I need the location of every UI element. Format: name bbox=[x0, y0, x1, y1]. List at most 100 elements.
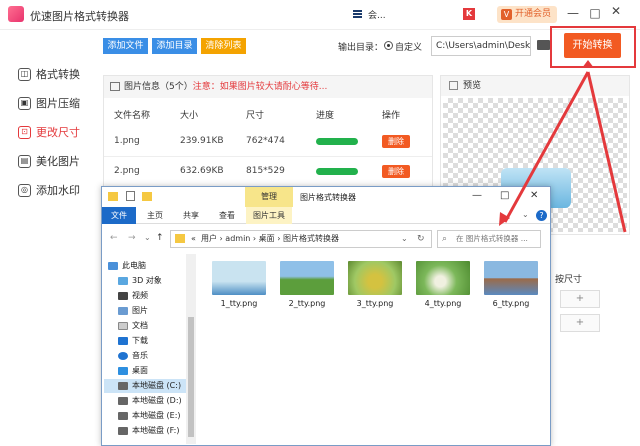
start-convert-button[interactable]: 开始转换 bbox=[564, 33, 621, 58]
refresh-icon[interactable]: ↻ bbox=[417, 231, 425, 247]
badge-icon[interactable]: K bbox=[463, 8, 475, 20]
sidebar-item-resize[interactable]: ⊡ 更改尺寸 bbox=[0, 118, 95, 147]
delete-button[interactable]: 删除 bbox=[382, 135, 410, 148]
width-stepper[interactable]: + bbox=[560, 290, 600, 308]
nav-3d-objects[interactable]: 3D 对象 bbox=[116, 274, 162, 288]
nav-drive-c[interactable]: 本地磁盘 (C:) bbox=[104, 379, 186, 393]
height-stepper[interactable]: + bbox=[560, 314, 600, 332]
compress-icon: ▣ bbox=[18, 97, 31, 110]
chevron-down-icon[interactable]: ⌄ bbox=[522, 210, 529, 219]
breadcrumb-sep: › bbox=[252, 234, 257, 243]
nav-pictures[interactable]: 图片 bbox=[116, 304, 148, 318]
recent-icon[interactable]: ⌄ bbox=[144, 233, 151, 242]
user-avatar-icon[interactable] bbox=[352, 8, 364, 20]
sidebar-item-label: 更改尺寸 bbox=[36, 126, 80, 139]
vip-label: 开通会员 bbox=[515, 9, 552, 19]
file-item-2[interactable]: 2_tty.png bbox=[280, 261, 339, 308]
properties-icon[interactable] bbox=[126, 191, 135, 201]
file-name: 1_tty.png bbox=[220, 299, 258, 308]
sidebar-item-label: 图片压缩 bbox=[36, 97, 80, 110]
close-icon[interactable]: ✕ bbox=[608, 4, 624, 18]
file-item-3[interactable]: 3_tty.png bbox=[348, 261, 407, 308]
nav-downloads[interactable]: 下载 bbox=[116, 334, 148, 348]
search-input[interactable]: ⌕ 在 图片格式转换器 ... bbox=[437, 230, 541, 248]
file-explorer-window: 管理 图片格式转换器 — □ ✕ 文件 主页 共享 查看 图片工具 ⌄ ? ← … bbox=[101, 186, 551, 446]
nav-this-pc[interactable]: 此电脑 bbox=[106, 259, 146, 273]
row-size: 632.69KB bbox=[180, 166, 224, 176]
add-folder-button[interactable]: 添加目录 bbox=[152, 38, 197, 54]
explorer-title: 图片格式转换器 bbox=[300, 193, 356, 202]
breadcrumb-desktop[interactable]: 桌面 bbox=[259, 234, 275, 243]
app-title: 优速图片格式转换器 bbox=[30, 10, 129, 23]
resize-icon: ⊡ bbox=[18, 126, 31, 139]
search-icon: ⌕ bbox=[442, 234, 448, 244]
sidebar-item-beautify[interactable]: ▤ 美化图片 bbox=[0, 147, 95, 176]
drive-icon bbox=[118, 397, 128, 405]
maximize-icon[interactable]: □ bbox=[587, 6, 603, 20]
nav-desktop[interactable]: 桌面 bbox=[116, 364, 148, 378]
breadcrumb-admin[interactable]: admin bbox=[225, 234, 250, 243]
computer-icon bbox=[108, 262, 118, 270]
help-icon[interactable]: ? bbox=[536, 210, 547, 221]
user-name[interactable]: 会... bbox=[368, 8, 386, 21]
breadcrumb-current[interactable]: 图片格式转换器 bbox=[283, 234, 339, 243]
size-option-label[interactable]: 按尺寸 bbox=[555, 272, 582, 285]
clear-list-button[interactable]: 清除列表 bbox=[201, 38, 246, 54]
nav-documents[interactable]: 文档 bbox=[116, 319, 148, 333]
back-icon[interactable]: ← bbox=[110, 233, 118, 243]
file-item-1[interactable]: 1_tty.png bbox=[212, 261, 271, 308]
tab-file[interactable]: 文件 bbox=[102, 207, 136, 224]
file-thumbnail bbox=[212, 261, 266, 295]
output-path-input[interactable]: C:\Users\admin\Deskto bbox=[431, 36, 531, 56]
desktop-icon bbox=[118, 367, 128, 375]
nav-label: 桌面 bbox=[132, 366, 148, 375]
add-file-button[interactable]: 添加文件 bbox=[103, 38, 148, 54]
custom-radio-label[interactable]: 自定义 bbox=[395, 40, 422, 53]
nav-scrollbar-thumb[interactable] bbox=[188, 317, 194, 437]
address-input[interactable]: « 用户 › admin › 桌面 › 图片格式转换器 ⌄ ↻ bbox=[170, 230, 432, 248]
breadcrumb-sep: › bbox=[277, 234, 281, 243]
breadcrumb-users[interactable]: 用户 bbox=[201, 234, 217, 243]
tab-home[interactable]: 主页 bbox=[138, 207, 172, 224]
file-item-6[interactable]: 6_tty.png bbox=[484, 261, 543, 308]
new-folder-icon[interactable] bbox=[142, 192, 152, 201]
minimize-icon[interactable]: — bbox=[565, 6, 581, 20]
forward-icon[interactable]: → bbox=[128, 233, 136, 243]
nav-label: 视频 bbox=[132, 291, 148, 300]
file-item-4[interactable]: 4_tty.png bbox=[416, 261, 475, 308]
nav-videos[interactable]: 视频 bbox=[116, 289, 148, 303]
manage-tab[interactable]: 管理 bbox=[245, 187, 293, 207]
custom-radio[interactable] bbox=[384, 41, 393, 50]
tab-share[interactable]: 共享 bbox=[174, 207, 208, 224]
col-dims: 尺寸 bbox=[246, 111, 265, 121]
nav-music[interactable]: 音乐 bbox=[116, 349, 148, 363]
sidebar-item-compress[interactable]: ▣ 图片压缩 bbox=[0, 89, 95, 118]
up-icon[interactable]: ↑ bbox=[156, 233, 164, 243]
sidebar: ◫ 格式转换 ▣ 图片压缩 ⊡ 更改尺寸 ▤ 美化图片 ◎ 添加水印 bbox=[0, 60, 95, 205]
sidebar-item-watermark[interactable]: ◎ 添加水印 bbox=[0, 176, 95, 205]
delete-button[interactable]: 删除 bbox=[382, 165, 410, 178]
breadcrumb-overflow[interactable]: « bbox=[191, 234, 196, 243]
format-icon: ◫ bbox=[18, 68, 31, 81]
3d-objects-icon bbox=[118, 277, 128, 285]
vip-button[interactable]: V 开通会员 bbox=[497, 6, 557, 23]
maximize-icon[interactable]: □ bbox=[500, 190, 509, 201]
nav-drive-e[interactable]: 本地磁盘 (E:) bbox=[116, 409, 181, 423]
nav-drive-d[interactable]: 本地磁盘 (D:) bbox=[116, 394, 182, 408]
close-icon[interactable]: ✕ bbox=[530, 190, 538, 201]
row-size: 239.91KB bbox=[180, 136, 224, 146]
address-dropdown-icon[interactable]: ⌄ bbox=[401, 231, 408, 247]
tab-view[interactable]: 查看 bbox=[210, 207, 244, 224]
nav-label: 下载 bbox=[132, 336, 148, 345]
nav-label: 本地磁盘 (D:) bbox=[132, 396, 182, 405]
sidebar-item-format[interactable]: ◫ 格式转换 bbox=[0, 60, 95, 89]
file-name: 6_tty.png bbox=[492, 299, 530, 308]
file-name: 3_tty.png bbox=[356, 299, 394, 308]
nav-drive-f[interactable]: 本地磁盘 (F:) bbox=[116, 424, 179, 438]
drive-icon bbox=[118, 382, 128, 390]
tab-picture-tools[interactable]: 图片工具 bbox=[246, 207, 292, 224]
watermark-icon: ◎ bbox=[18, 184, 31, 197]
folder-icon[interactable] bbox=[537, 40, 550, 50]
sidebar-item-label: 美化图片 bbox=[36, 155, 80, 168]
minimize-icon[interactable]: — bbox=[472, 190, 482, 201]
